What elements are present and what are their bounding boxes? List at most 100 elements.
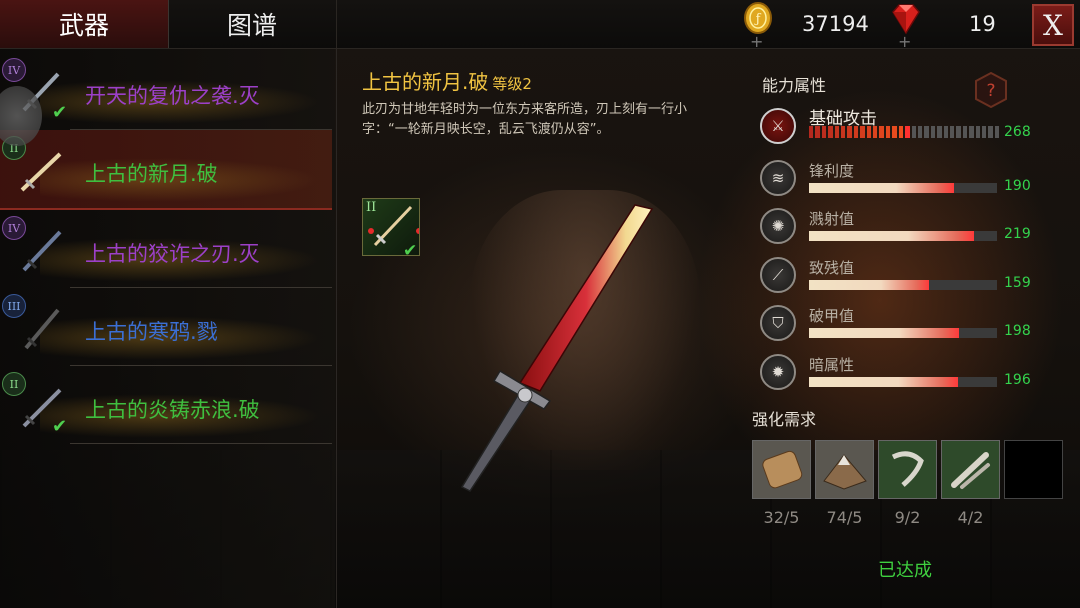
base-attack-segment xyxy=(969,126,974,138)
claw-icon xyxy=(879,441,936,498)
base-attack-segment xyxy=(809,126,814,138)
stat-name: 致残值 xyxy=(809,259,855,277)
material-count: 4/2 xyxy=(957,508,984,527)
dark-element-icon: ✹ xyxy=(760,354,796,390)
splash-icon: ✺ xyxy=(760,208,796,244)
stat-row: ✺ 溅射值 219 xyxy=(760,208,1060,256)
ore-pile-icon xyxy=(816,441,873,498)
stat-name: 锋利度 xyxy=(809,162,855,180)
stats-title: 能力属性 xyxy=(762,76,827,95)
slot-rank-label: II xyxy=(366,200,377,215)
base-attack-segment xyxy=(994,126,1000,138)
weapon-name: 上古的炎铸赤浪.破 xyxy=(85,398,260,422)
stat-row: ✹ 暗属性 196 xyxy=(760,354,1060,402)
completed-status: 已达成 xyxy=(878,560,932,581)
base-attack-segment xyxy=(943,126,948,138)
weapon-detail-title: 上古的新月.破 等级2 xyxy=(362,66,532,95)
stat-bar-fill xyxy=(809,183,954,193)
bone-icon xyxy=(942,441,999,498)
gold-amount: 37194 xyxy=(802,12,869,36)
material-slot[interactable] xyxy=(815,440,874,499)
stat-value: 219 xyxy=(1004,226,1031,242)
help-icon[interactable]: ? xyxy=(973,72,1009,108)
weapon-detail-name: 上古的新月.破 xyxy=(362,70,489,94)
weapon-name: 开天的复仇之袭.灭 xyxy=(85,84,260,108)
weapon-list-item[interactable]: IV ✔ 开天的复仇之袭.灭 xyxy=(0,52,332,130)
add-gold-icon[interactable]: + xyxy=(750,34,763,50)
slot-check-icon: ✔ xyxy=(403,241,418,261)
sword-emblem-icon: ⚔ xyxy=(760,108,796,144)
cripple-icon: ⟋ xyxy=(760,257,796,293)
base-attack-segment xyxy=(866,126,872,138)
stat-value: 196 xyxy=(1004,372,1031,388)
sword-icon xyxy=(22,230,62,272)
material-slot[interactable] xyxy=(752,440,811,499)
material-count: 74/5 xyxy=(826,508,863,527)
sharpness-icon: ≋ xyxy=(760,160,796,196)
base-attack-segment xyxy=(930,126,936,138)
base-attack-segment xyxy=(911,126,916,138)
stat-bar-fill xyxy=(809,377,958,387)
base-attack-segment xyxy=(847,126,852,138)
svg-text:?: ? xyxy=(986,81,995,101)
stat-name: 破甲值 xyxy=(809,307,855,325)
equipped-weapon-slot[interactable]: II ✔ xyxy=(362,198,420,261)
base-attack-segment xyxy=(956,126,961,138)
weapon-list-item[interactable]: III 上古的寒鸦.戮 xyxy=(0,288,332,366)
material-count: 9/2 xyxy=(894,508,921,527)
base-attack-segment xyxy=(988,126,993,138)
stat-bar-fill xyxy=(809,231,975,241)
base-attack-segment xyxy=(949,126,955,138)
stat-value: 198 xyxy=(1004,323,1031,339)
weapon-name: 上古的新月.破 xyxy=(85,162,218,186)
requirements-title: 强化需求 xyxy=(752,410,817,429)
base-attack-segment xyxy=(841,126,846,138)
stat-bar xyxy=(809,280,997,290)
list-divider xyxy=(336,49,337,608)
base-attack-segment xyxy=(962,126,968,138)
sword-icon xyxy=(24,308,60,350)
weapon-list-item[interactable]: IV 上古的狡诈之刃.灭 xyxy=(0,210,332,288)
base-attack-segment xyxy=(853,126,859,138)
weapon-name: 上古的狡诈之刃.灭 xyxy=(85,242,260,266)
base-attack-segment xyxy=(834,126,840,138)
material-slot[interactable] xyxy=(941,440,1000,499)
weapon-preview-image xyxy=(460,204,654,492)
stat-bar xyxy=(809,231,997,241)
weapon-name: 上古的寒鸦.戮 xyxy=(85,320,218,344)
stat-bar-fill xyxy=(809,328,960,338)
stat-name: 溅射值 xyxy=(809,210,855,228)
owned-check-icon: ✔ xyxy=(52,102,68,123)
stat-row: ⛉ 破甲值 198 xyxy=(760,305,1060,353)
tab-codex[interactable]: 图谱 xyxy=(168,0,337,48)
stat-bar xyxy=(809,328,997,338)
ruby-gem-icon[interactable]: + xyxy=(887,2,925,50)
base-attack-segment xyxy=(905,126,910,138)
base-attack-segment xyxy=(898,126,904,138)
wood-log-icon xyxy=(753,441,810,498)
base-attack-segment xyxy=(924,126,929,138)
base-attack-segment xyxy=(892,126,897,138)
row-divider xyxy=(70,443,332,444)
stat-value: 190 xyxy=(1004,178,1031,194)
weapon-list-item[interactable]: II ✔ 上古的炎铸赤浪.破 xyxy=(0,366,332,444)
base-attack-segment xyxy=(828,126,833,138)
svg-text:ƒ: ƒ xyxy=(754,12,762,27)
material-count: 32/5 xyxy=(763,508,800,527)
empty-material-slot[interactable] xyxy=(1004,440,1063,499)
weapon-description: 此刃为甘地年轻时为一位东方来客所造，刃上刻有一行小字：“一轮新月映长空，乱云飞渡… xyxy=(362,102,688,137)
stat-bar-fill xyxy=(809,280,930,290)
gold-coin-icon[interactable]: ƒ + xyxy=(739,2,777,50)
sword-icon xyxy=(20,152,62,192)
weapon-list-item-selected[interactable]: II 上古的新月.破 xyxy=(0,130,332,210)
material-slot[interactable] xyxy=(878,440,937,499)
tab-weapons[interactable]: 武器 xyxy=(0,0,169,48)
base-attack-segment xyxy=(937,126,942,138)
stat-row: ⟋ 致残值 159 xyxy=(760,257,1060,305)
base-attack-segment xyxy=(879,126,884,138)
weapon-level: 等级2 xyxy=(492,75,532,93)
base-attack-segment xyxy=(815,126,820,138)
base-attack-segment xyxy=(981,126,987,138)
close-button[interactable]: X xyxy=(1032,4,1074,46)
add-gem-icon[interactable]: + xyxy=(898,34,911,50)
